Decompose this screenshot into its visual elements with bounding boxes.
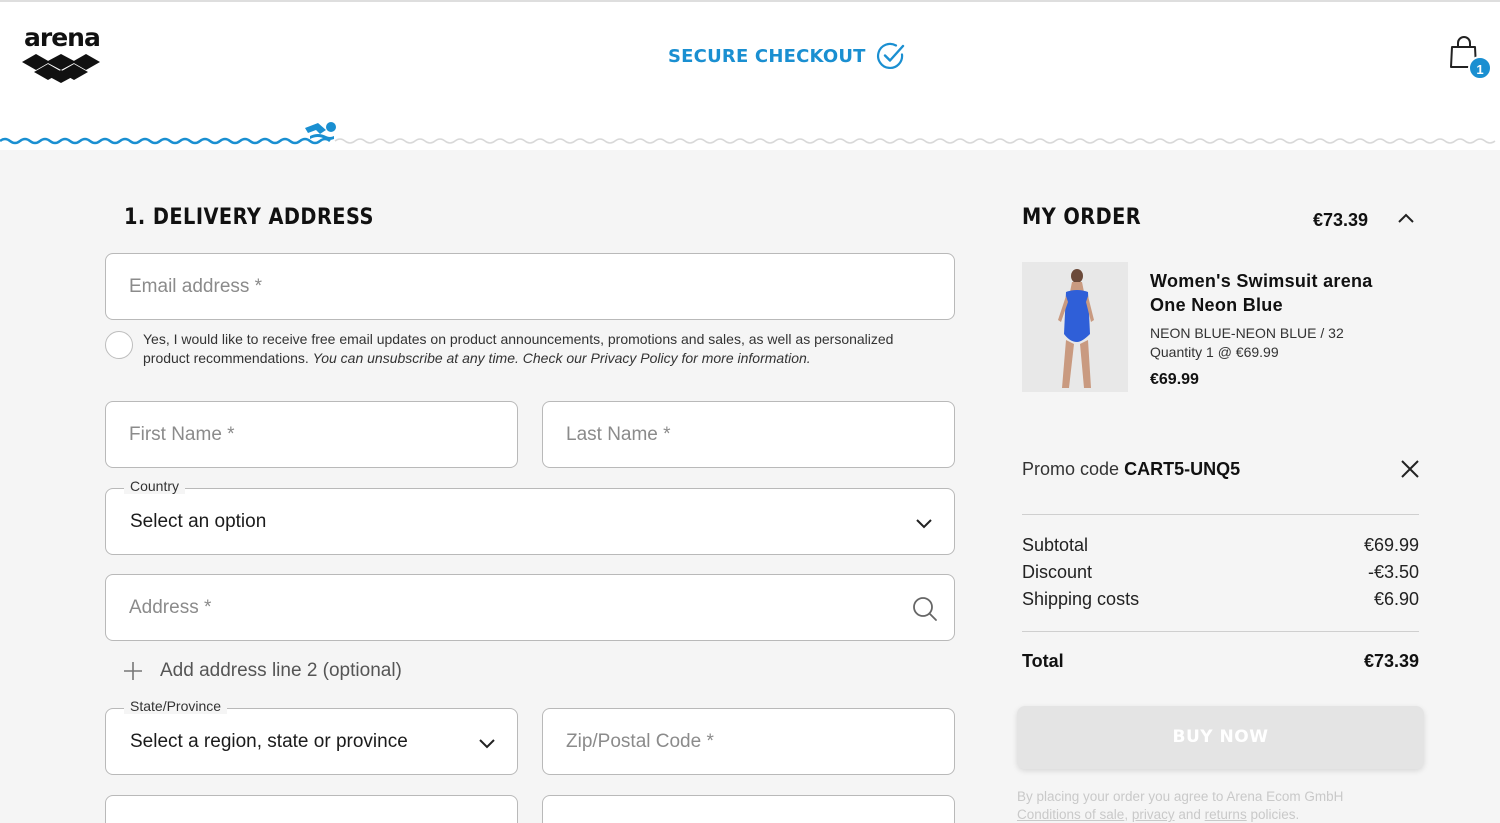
zip-field[interactable]: Zip/Postal Code * — [542, 708, 955, 775]
summary-value: €6.90 — [1373, 589, 1419, 609]
product-quantity: Quantity 1 @ €69.99 — [1150, 344, 1279, 360]
secure-checkout-label: SECURE CHECKOUT — [668, 45, 866, 67]
summary-row-subtotal: Subtotal €69.99 — [1022, 535, 1419, 556]
buy-now-button[interactable]: BUY NOW — [1017, 706, 1424, 769]
summary-label: Discount — [1022, 562, 1093, 582]
state-label: State/Province — [124, 698, 228, 714]
consent-italic-text: You can unsubscribe at any time. Check o… — [312, 350, 811, 366]
summary-label: Shipping costs — [1022, 589, 1140, 609]
state-value: Select a region, state or province — [130, 731, 408, 752]
swimsuit-model-image — [1022, 262, 1128, 392]
legal-line1: By placing your order you agree to Arena… — [1017, 789, 1344, 804]
country-value: Select an option — [130, 511, 267, 532]
consent-radio[interactable] — [105, 331, 133, 359]
email-placeholder: Email address * — [129, 276, 263, 297]
summary-value: €69.99 — [1363, 535, 1419, 555]
summary-label: Subtotal — [1022, 535, 1089, 555]
privacy-link[interactable]: privacy — [1132, 807, 1175, 822]
first-name-placeholder: First Name * — [129, 424, 235, 445]
add-address-line2[interactable]: Add address line 2 (optional) — [122, 660, 402, 682]
phone-field[interactable] — [542, 795, 955, 823]
close-icon[interactable] — [1400, 459, 1420, 479]
summary-divider-top — [1022, 514, 1419, 515]
arena-diamond-icon — [22, 54, 100, 83]
summary-divider-bottom — [1022, 631, 1419, 632]
my-order-title: MY ORDER — [1022, 205, 1142, 230]
chevron-down-icon — [479, 739, 495, 749]
chevron-up-icon[interactable] — [1396, 208, 1416, 228]
product-name[interactable]: Women's Swimsuit arena One Neon Blue — [1150, 269, 1410, 317]
summary-row-discount: Discount -€3.50 — [1022, 562, 1419, 583]
summary-row-shipping: Shipping costs €6.90 — [1022, 589, 1419, 610]
state-select[interactable]: State/Province Select a region, state or… — [105, 698, 518, 775]
address-placeholder: Address * — [129, 597, 212, 618]
delivery-address-title: 1. DELIVERY ADDRESS — [124, 205, 374, 230]
summary-row-total: Total €73.39 — [1022, 651, 1419, 672]
conditions-of-sale-link[interactable]: Conditions of sale — [1017, 807, 1124, 822]
promo-code: Promo code CART5-UNQ5 — [1022, 459, 1240, 480]
cart-count-badge: 1 — [1468, 56, 1492, 80]
total-label: Total — [1022, 651, 1064, 671]
consent-text: Yes, I would like to receive free email … — [143, 330, 943, 368]
promo-label: Promo code — [1022, 459, 1120, 479]
progress-wave — [0, 122, 1496, 145]
address-field[interactable]: Address * — [105, 574, 955, 641]
swimmer-icon — [305, 122, 336, 140]
legal-notice: By placing your order you agree to Arena… — [1017, 789, 1344, 822]
add-address-line2-label: Add address line 2 (optional) — [160, 660, 402, 681]
first-name-field[interactable]: First Name * — [105, 401, 518, 468]
secure-checkout: SECURE CHECKOUT — [668, 40, 906, 72]
order-total-header: €73.39 — [1313, 210, 1369, 230]
promo-code-value: CART5-UNQ5 — [1124, 459, 1241, 479]
plus-icon — [124, 662, 142, 680]
chevron-down-icon — [916, 519, 932, 529]
country-label: Country — [124, 478, 186, 494]
arena-logo[interactable]: arena — [22, 24, 102, 86]
last-name-placeholder: Last Name * — [566, 424, 671, 445]
product-image — [1022, 262, 1128, 392]
legal-and: and — [1178, 807, 1201, 822]
last-name-field[interactable]: Last Name * — [542, 401, 955, 468]
search-icon[interactable] — [912, 596, 938, 622]
city-field[interactable] — [105, 795, 518, 823]
logo-text: arena — [24, 23, 101, 52]
product-price: €69.99 — [1150, 371, 1199, 388]
checkout-header: arena SECURE CHECKOUT 1 — [0, 0, 1500, 150]
country-select[interactable]: Country Select an option — [105, 478, 955, 555]
returns-link[interactable]: returns — [1205, 807, 1247, 822]
legal-end: policies. — [1250, 807, 1300, 822]
email-field[interactable]: Email address * — [105, 253, 955, 320]
summary-value: -€3.50 — [1367, 562, 1419, 582]
product-variant: NEON BLUE-NEON BLUE / 32 — [1150, 325, 1344, 341]
total-value: €73.39 — [1363, 651, 1419, 671]
cart-button[interactable]: 1 — [1448, 36, 1494, 82]
check-circle-icon — [876, 42, 904, 70]
zip-placeholder: Zip/Postal Code * — [566, 731, 714, 752]
